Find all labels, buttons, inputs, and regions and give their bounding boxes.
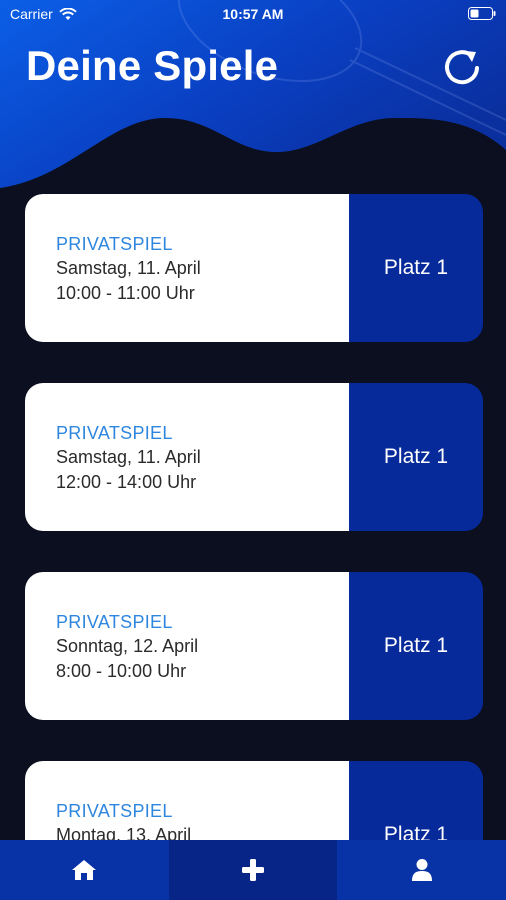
refresh-icon [445,50,479,85]
user-icon [411,859,432,881]
game-card[interactable]: PRIVATSPIEL Samstag, 11. April 12:00 - 1… [25,383,483,531]
game-type: PRIVATSPIEL [56,423,173,443]
game-info: PRIVATSPIEL Samstag, 11. April 10:00 - 1… [25,194,349,342]
game-card[interactable]: PRIVATSPIEL Samstag, 11. April 10:00 - 1… [25,194,483,342]
game-court: Platz 1 [349,194,483,342]
game-type: PRIVATSPIEL [56,234,173,254]
tab-bar [0,840,506,900]
game-court: Platz 1 [349,383,483,531]
refresh-button[interactable] [442,46,484,88]
plus-icon [242,859,264,881]
game-time: 8:00 - 10:00 Uhr [56,661,187,681]
game-court: Platz 1 [349,572,483,720]
game-info: PRIVATSPIEL Montag, 13. April [25,761,349,840]
game-info: PRIVATSPIEL Sonntag, 12. April 8:00 - 10… [25,572,349,720]
page-title: Deine Spiele [26,42,279,89]
tab-profile[interactable] [337,840,506,900]
status-time: 10:57 AM [222,6,284,22]
game-date: Samstag, 11. April [56,447,201,467]
game-card[interactable]: PRIVATSPIEL Sonntag, 12. April 8:00 - 10… [25,572,483,720]
game-date: Montag, 13. April [56,825,192,840]
tab-add[interactable] [168,840,338,900]
games-list[interactable]: PRIVATSPIEL Samstag, 11. April 10:00 - 1… [25,194,483,840]
tab-home[interactable] [0,840,169,900]
game-type: PRIVATSPIEL [56,612,173,632]
game-info: PRIVATSPIEL Samstag, 11. April 12:00 - 1… [25,383,349,531]
game-time: 12:00 - 14:00 Uhr [56,472,197,492]
game-time: 10:00 - 11:00 Uhr [56,283,195,303]
game-court: Platz 1 [349,761,483,840]
battery-indicator [468,7,496,23]
home-icon [72,860,97,880]
game-type: PRIVATSPIEL [56,801,173,821]
game-card[interactable]: PRIVATSPIEL Montag, 13. April Platz 1 [25,761,483,840]
game-date: Samstag, 11. April [56,258,201,278]
battery-icon [468,7,496,20]
status-bar: Carrier 10:57 AM [0,0,506,28]
game-date: Sonntag, 12. April [56,636,199,656]
